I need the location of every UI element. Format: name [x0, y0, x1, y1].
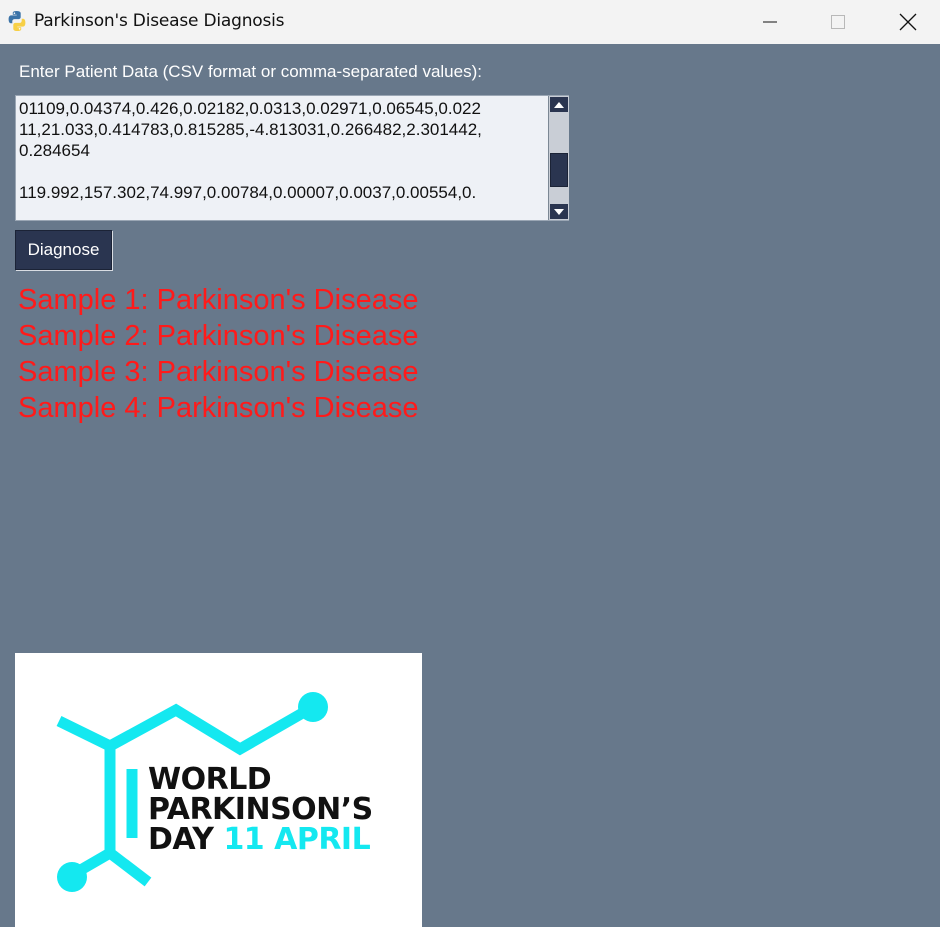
logo-text-day: DAY: [148, 822, 214, 857]
scroll-down-button[interactable]: [550, 204, 568, 219]
minimize-icon: [763, 21, 777, 23]
arrow-up-icon: [554, 101, 564, 108]
logo-text-parkinsons: PARKINSON’S: [148, 792, 373, 827]
close-icon: [899, 13, 917, 31]
window-title: Parkinson's Disease Diagnosis: [34, 11, 285, 31]
input-prompt-label: Enter Patient Data (CSV format or comma-…: [19, 62, 482, 81]
diagnose-button[interactable]: Diagnose: [15, 230, 112, 270]
scroll-thumb[interactable]: [550, 153, 568, 187]
result-line: Sample 4: Parkinson's Disease: [18, 392, 419, 424]
results-list: Sample 1: Parkinson's Disease Sample 2: …: [18, 282, 418, 426]
patient-data-text[interactable]: 01109,0.04374,0.426,0.02182,0.0313,0.029…: [19, 98, 545, 218]
close-button[interactable]: [873, 0, 940, 44]
python-icon: [8, 11, 26, 31]
scroll-up-button[interactable]: [550, 97, 568, 112]
maximize-icon: [831, 15, 845, 29]
minimize-button[interactable]: [735, 0, 805, 44]
logo-text-day-line: DAY 11 APRIL: [148, 822, 371, 857]
vertical-scrollbar[interactable]: [548, 96, 569, 220]
maximize-button[interactable]: [803, 0, 873, 44]
logo-text-world: WORLD: [148, 762, 272, 797]
arrow-down-icon: [554, 208, 564, 215]
result-line: Sample 3: Parkinson's Disease: [18, 356, 419, 388]
logo-text-date: 11 APRIL: [223, 822, 371, 857]
world-parkinsons-day-logo: WORLD PARKINSON’S DAY 11 APRIL: [15, 653, 422, 927]
result-line: Sample 1: Parkinson's Disease: [18, 284, 419, 316]
title-bar: Parkinson's Disease Diagnosis: [0, 0, 940, 44]
result-line: Sample 2: Parkinson's Disease: [18, 320, 419, 352]
patient-data-textarea[interactable]: 01109,0.04374,0.426,0.02182,0.0313,0.029…: [15, 95, 569, 221]
